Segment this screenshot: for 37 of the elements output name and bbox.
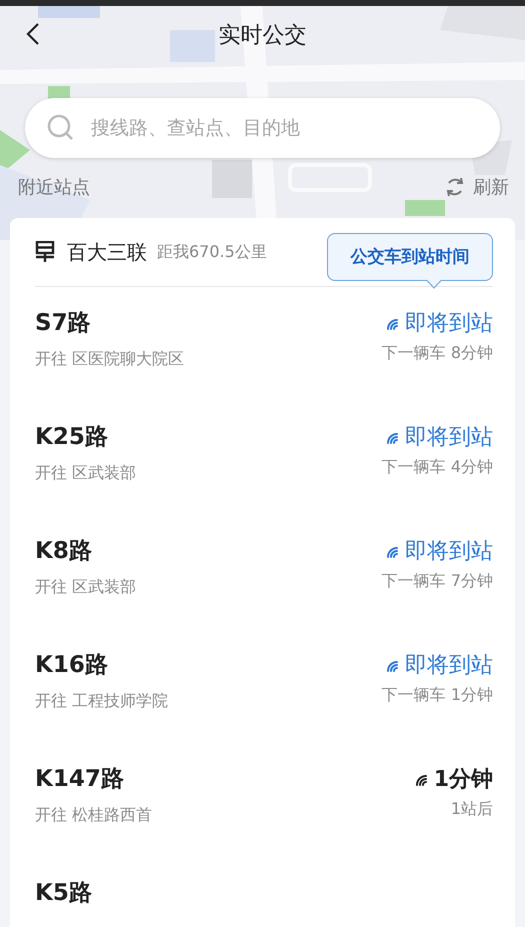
next-bus-time: 下一辆车 8分钟	[382, 343, 493, 364]
section-label: 附近站点	[18, 176, 90, 199]
next-bus-time: 下一辆车 1分钟	[382, 685, 493, 706]
arrival-status: 即将到站	[405, 652, 493, 680]
search-field[interactable]: 搜线路、查站点、目的地	[25, 98, 500, 158]
route-name: K8路	[35, 537, 93, 566]
search-icon	[47, 114, 75, 142]
route-direction: 开往 区武装部	[35, 463, 136, 484]
bus-stop-icon	[35, 241, 55, 263]
route-name: S7路	[35, 309, 92, 338]
search-input[interactable]: 搜线路、查站点、目的地	[89, 116, 478, 140]
route-name: K16路	[35, 651, 109, 680]
stops-away: 1站后	[450, 799, 493, 820]
stop-distance: 距我670.5公里	[157, 242, 267, 262]
arrival-status: 即将到站	[405, 310, 493, 338]
route-name: K5路	[35, 879, 92, 908]
refresh-icon	[445, 176, 465, 198]
signal-icon	[385, 659, 401, 673]
route-name: K25路	[35, 423, 109, 452]
route-direction: 开往 区医院聊大院区	[35, 349, 184, 370]
signal-icon	[385, 431, 401, 445]
stop-name: 百大三联	[67, 238, 147, 266]
arrival-status: 即将到站	[405, 424, 493, 452]
arrival-status: 即将到站	[405, 538, 493, 566]
refresh-button[interactable]: 刷新	[445, 175, 509, 199]
route-name: K147路	[35, 765, 125, 794]
route-direction: 开往 工程技师学院	[35, 691, 168, 712]
next-bus-time: 下一辆车 7分钟	[382, 571, 493, 592]
signal-icon	[385, 317, 401, 331]
arrival-status: 1分钟	[434, 766, 493, 794]
route-direction: 开往 区武装部	[35, 577, 136, 598]
page-title: 实时公交	[218, 22, 306, 50]
arrival-time-tooltip[interactable]: 公交车到站时间	[327, 233, 493, 289]
route-direction: 开往 松桂路西首	[35, 805, 152, 826]
signal-icon	[414, 773, 430, 787]
next-bus-time: 下一辆车 4分钟	[382, 457, 493, 478]
signal-icon	[385, 545, 401, 559]
